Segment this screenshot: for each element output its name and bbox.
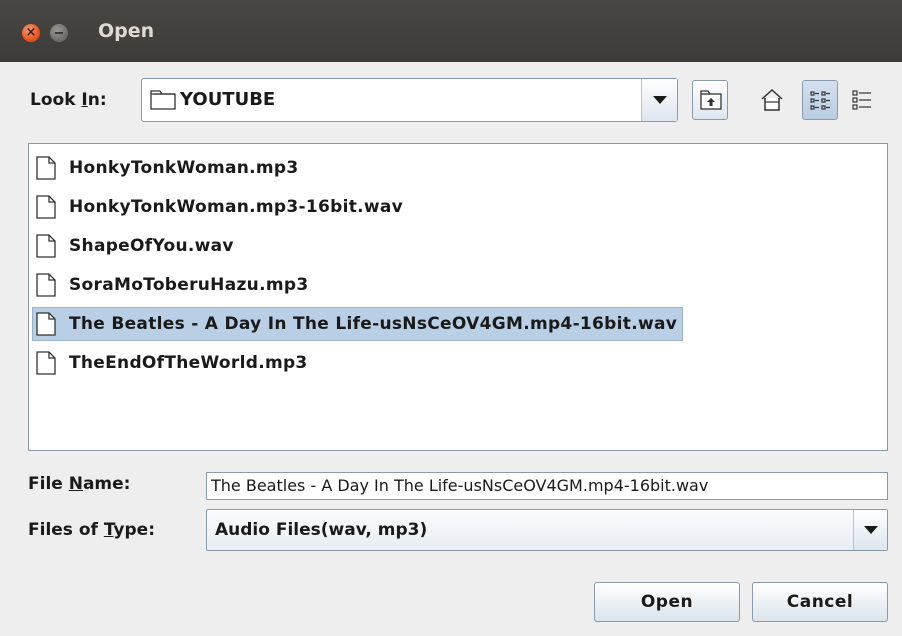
up-one-level-button[interactable] — [692, 80, 728, 120]
files-of-type-label: Files of Type: — [28, 520, 156, 540]
file-name-input[interactable]: The Beatles - A Day In The Life-usNsCeOV… — [206, 472, 888, 500]
close-window-icon[interactable]: × — [22, 24, 40, 42]
chevron-down-icon — [864, 526, 878, 534]
window-title: Open — [98, 20, 155, 42]
list-view-icon — [810, 91, 830, 110]
folder-icon — [150, 90, 176, 110]
file-name-text: The Beatles - A Day In The Life-usNsCeOV… — [69, 314, 678, 334]
look-in-label: Look In: — [30, 90, 107, 110]
file-icon — [36, 156, 56, 180]
file-icon — [36, 273, 56, 297]
chevron-down-icon — [653, 96, 667, 104]
minimize-window-icon[interactable] — [50, 24, 68, 42]
file-list[interactable]: HonkyTonkWoman.mp3 HonkyTonkWoman.mp3-16… — [28, 143, 888, 451]
file-icon — [36, 234, 56, 258]
look-in-value: YOUTUBE — [180, 89, 276, 110]
file-icon — [36, 351, 56, 375]
files-of-type-combo[interactable]: Audio Files(wav, mp3) — [206, 509, 888, 551]
open-button[interactable]: Open — [594, 582, 740, 622]
file-icon — [36, 312, 56, 336]
home-icon — [761, 88, 783, 111]
file-name-text: SoraMoToberuHazu.mp3 — [69, 275, 309, 295]
details-view-icon — [852, 90, 871, 110]
file-name-text: TheEndOfTheWorld.mp3 — [69, 353, 308, 373]
details-view-button[interactable] — [844, 80, 880, 120]
home-button[interactable] — [754, 80, 790, 120]
list-view-button[interactable] — [802, 80, 838, 120]
file-list-item[interactable]: HonkyTonkWoman.mp3-16bit.wav — [35, 192, 403, 222]
up-folder-icon — [700, 90, 722, 110]
look-in-combo[interactable]: YOUTUBE — [141, 78, 678, 122]
file-list-item[interactable]: ShapeOfYou.wav — [35, 231, 234, 261]
files-of-type-dropdown-button[interactable] — [853, 510, 887, 550]
file-list-item[interactable]: SoraMoToberuHazu.mp3 — [35, 270, 308, 300]
file-name-text: HonkyTonkWoman.mp3 — [69, 158, 299, 178]
file-name-text: HonkyTonkWoman.mp3-16bit.wav — [69, 197, 404, 217]
look-in-dropdown-button[interactable] — [641, 79, 677, 121]
file-name-text: ShapeOfYou.wav — [69, 236, 234, 256]
open-dialog: × Open Look In: YOUTUBE HonkyTonkWoman.m… — [0, 0, 902, 636]
file-icon — [36, 195, 56, 219]
file-list-item[interactable]: HonkyTonkWoman.mp3 — [35, 153, 299, 183]
file-name-label: File Name: — [28, 474, 131, 494]
files-of-type-value: Audio Files(wav, mp3) — [215, 520, 428, 540]
cancel-button[interactable]: Cancel — [752, 582, 888, 622]
file-list-item-selected[interactable]: The Beatles - A Day In The Life-usNsCeOV… — [32, 307, 684, 341]
title-bar: × Open — [0, 0, 902, 62]
file-list-item[interactable]: TheEndOfTheWorld.mp3 — [35, 348, 308, 378]
